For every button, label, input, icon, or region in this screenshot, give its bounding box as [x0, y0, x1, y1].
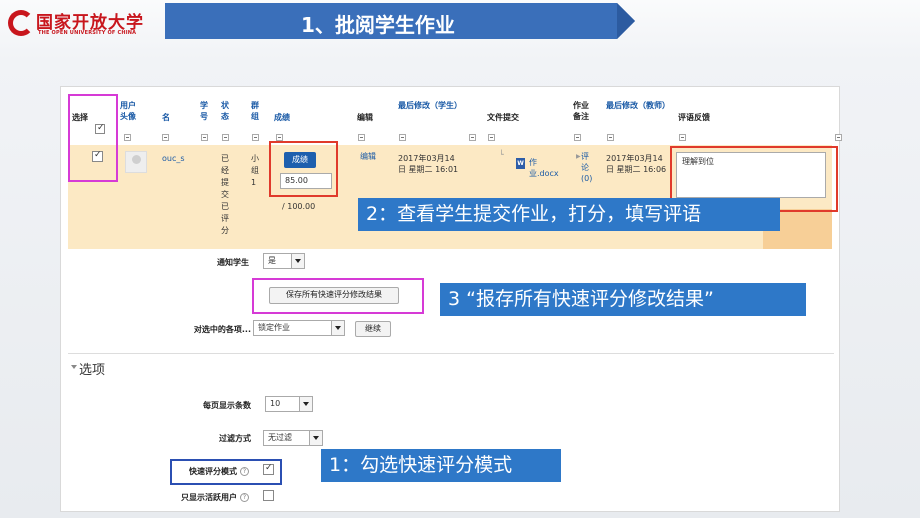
callout-step-3: 3 “报存所有快速评分修改结果” — [440, 283, 806, 316]
header-edit: 编辑 — [357, 113, 373, 122]
header-group[interactable]: 群组 — [251, 100, 261, 122]
highlight-quick-grading — [170, 459, 282, 485]
active-only-label: 只显示活跃用户 — [181, 493, 237, 502]
modified-student-date: 2017年03月14日 星期二 16:01 — [398, 154, 459, 174]
per-page-select[interactable]: 10 — [265, 396, 313, 412]
chevron-down-icon — [299, 397, 312, 411]
chevron-down-icon — [291, 254, 304, 268]
bulk-action-label: 对选中的各项... — [193, 325, 251, 334]
logo-mark-icon — [8, 10, 34, 36]
edit-link[interactable]: 编辑 — [360, 151, 376, 162]
student-name-link[interactable]: ouc_s — [162, 153, 185, 164]
expand-plus-icon[interactable] — [469, 134, 476, 141]
per-page-value: 10 — [270, 399, 281, 408]
collapse-id-icon[interactable] — [201, 134, 208, 141]
header-modified-student[interactable]: 最后修改（学生） — [398, 100, 462, 111]
tree-corner-icon: └ — [499, 150, 504, 159]
active-only-checkbox[interactable] — [263, 490, 274, 501]
header-id[interactable]: 学号 — [200, 100, 210, 122]
help-icon[interactable]: ? — [240, 493, 249, 502]
title-banner: 1、批阅学生作业 — [165, 3, 635, 39]
bulk-action-select[interactable]: 锁定作业 — [253, 320, 345, 336]
collapse-name-icon[interactable] — [162, 134, 169, 141]
group-name: 小组1 — [251, 154, 259, 187]
header-modified-teacher[interactable]: 最后修改（教师） — [606, 100, 670, 111]
caret-down-icon — [71, 365, 77, 369]
collapse-group-icon[interactable] — [252, 134, 259, 141]
comments-link[interactable]: 评论(0) — [573, 151, 593, 184]
chevron-down-icon — [309, 431, 322, 445]
collapse-status-icon[interactable] — [222, 134, 229, 141]
highlight-save-button — [252, 278, 424, 314]
modified-teacher-date: 2017年03月14日 星期二 16:06 — [606, 154, 667, 174]
header-grade[interactable]: 成绩 — [274, 112, 304, 123]
go-button[interactable]: 继续 — [355, 321, 391, 337]
collapse-feedback-icon[interactable] — [679, 134, 686, 141]
collapse-file-icon[interactable] — [488, 134, 495, 141]
notify-value: 是 — [268, 256, 276, 265]
filter-label: 过滤方式 — [219, 434, 251, 443]
collapse-modified-student-icon[interactable] — [399, 134, 406, 141]
grade-max: / 100.00 — [282, 202, 316, 211]
callout-step-1: 1：勾选快速评分模式 — [321, 449, 561, 482]
collapse-modified-teacher-icon[interactable] — [607, 134, 614, 141]
header-file-submission: 文件提交 — [487, 113, 519, 122]
highlight-grade — [269, 141, 338, 197]
notify-select[interactable]: 是 — [263, 253, 305, 269]
collapse-avatar-icon[interactable] — [124, 134, 131, 141]
per-page-label: 每页显示条数 — [203, 401, 251, 410]
header-status[interactable]: 状态 — [221, 100, 231, 122]
bulk-action-value: 锁定作业 — [258, 323, 290, 332]
university-logo: 国家开放大学 THE OPEN UNIVERSITY OF CHINA — [8, 6, 158, 38]
options-section-toggle[interactable]: 选项 — [71, 359, 105, 378]
filter-value: 无过滤 — [268, 433, 292, 442]
callout-step-2: 2：查看学生提交作业，打分，填写评语 — [358, 198, 780, 231]
slide-title: 1、批阅学生作业 — [301, 13, 455, 37]
filter-select[interactable]: 无过滤 — [263, 430, 323, 446]
avatar — [125, 151, 147, 173]
header-feedback: 评语反馈 — [678, 113, 710, 122]
collapse-extra-icon[interactable] — [835, 134, 842, 141]
header-name[interactable]: 名 — [162, 112, 174, 123]
collapse-note-icon[interactable] — [574, 134, 581, 141]
file-link[interactable]: 作业.docx — [517, 157, 559, 179]
chevron-down-icon — [331, 321, 344, 335]
notify-label: 通知学生 — [217, 258, 249, 267]
highlight-select-column — [68, 94, 118, 182]
divider — [68, 353, 834, 354]
logo-subtext: THE OPEN UNIVERSITY OF CHINA — [38, 30, 137, 36]
collapse-edit-icon[interactable] — [358, 134, 365, 141]
submission-status: 已经提交已评分 — [221, 154, 229, 235]
header-assignment-note: 作业备注 — [573, 101, 589, 121]
table-header: 选择 用户头像 名 学号 状态 群组 成绩 编辑 最后修改（学生） 文件提交 作… — [68, 96, 842, 144]
collapse-grade-icon[interactable] — [276, 134, 283, 141]
header-avatar[interactable]: 用户头像 — [120, 100, 142, 122]
